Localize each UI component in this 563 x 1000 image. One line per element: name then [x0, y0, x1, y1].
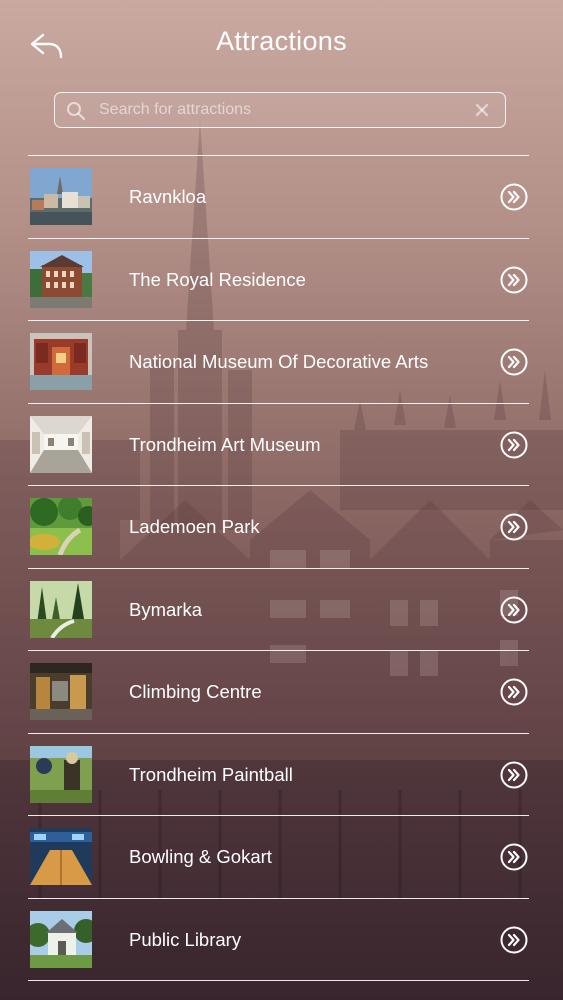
list-item[interactable]: National Museum Of Decorative Arts [28, 321, 529, 404]
attraction-label: Bymarka [129, 598, 202, 620]
attraction-label: Public Library [129, 928, 242, 950]
attraction-label: Climbing Centre [129, 681, 262, 702]
attraction-label: The Royal Residence [129, 268, 306, 290]
forest-photo [30, 580, 92, 638]
chevron-double-right-circle-icon[interactable] [500, 926, 528, 954]
attractions-list: Ravnkloa The Royal Residence National Mu… [28, 155, 529, 981]
attraction-label: National Museum Of Decorative Arts [129, 351, 429, 372]
gallery-hall-photo [30, 415, 92, 473]
search-bar [54, 92, 506, 128]
climbing-gym-photo [30, 663, 92, 720]
list-item[interactable]: Climbing Centre [28, 651, 529, 734]
list-item[interactable]: Lademoen Park [28, 486, 529, 569]
chevron-double-right-circle-icon[interactable] [500, 678, 528, 706]
library-building-photo [30, 910, 92, 968]
attraction-label: Lademoen Park [129, 516, 260, 537]
park-photo [30, 498, 92, 555]
chevron-double-right-circle-icon[interactable] [500, 348, 528, 376]
attraction-label: Ravnkloa [129, 186, 207, 207]
page-title: Attractions [216, 26, 347, 56]
attraction-label: Trondheim Paintball [129, 763, 293, 785]
list-item[interactable]: Public Library [28, 899, 529, 981]
list-item[interactable]: The Royal Residence [28, 239, 529, 321]
chevron-double-right-circle-icon[interactable] [500, 596, 528, 624]
list-item[interactable]: Trondheim Art Museum [28, 404, 529, 486]
bowling-photo [30, 828, 92, 885]
chevron-double-right-circle-icon[interactable] [500, 266, 528, 294]
attraction-label: Bowling & Gokart [129, 846, 272, 867]
palace-photo [30, 250, 92, 308]
list-item[interactable]: Bowling & Gokart [28, 816, 529, 899]
list-item[interactable]: Trondheim Paintball [28, 734, 529, 816]
list-item[interactable]: Bymarka [28, 569, 529, 651]
attraction-label: Trondheim Art Museum [129, 433, 321, 455]
chevron-double-right-circle-icon[interactable] [500, 761, 528, 789]
museum-interior-photo [30, 333, 92, 390]
chevron-double-right-circle-icon[interactable] [500, 843, 528, 871]
header: Attractions [0, 0, 563, 90]
chevron-double-right-circle-icon[interactable] [500, 431, 528, 459]
search-icon [67, 102, 86, 121]
chevron-double-right-circle-icon[interactable] [500, 183, 528, 211]
list-item[interactable]: Ravnkloa [28, 156, 529, 239]
paintball-photo [30, 745, 92, 803]
search-input[interactable] [99, 93, 469, 127]
cityscape-photo [30, 168, 92, 225]
chevron-double-right-circle-icon[interactable] [500, 513, 528, 541]
clear-icon[interactable] [473, 101, 491, 119]
